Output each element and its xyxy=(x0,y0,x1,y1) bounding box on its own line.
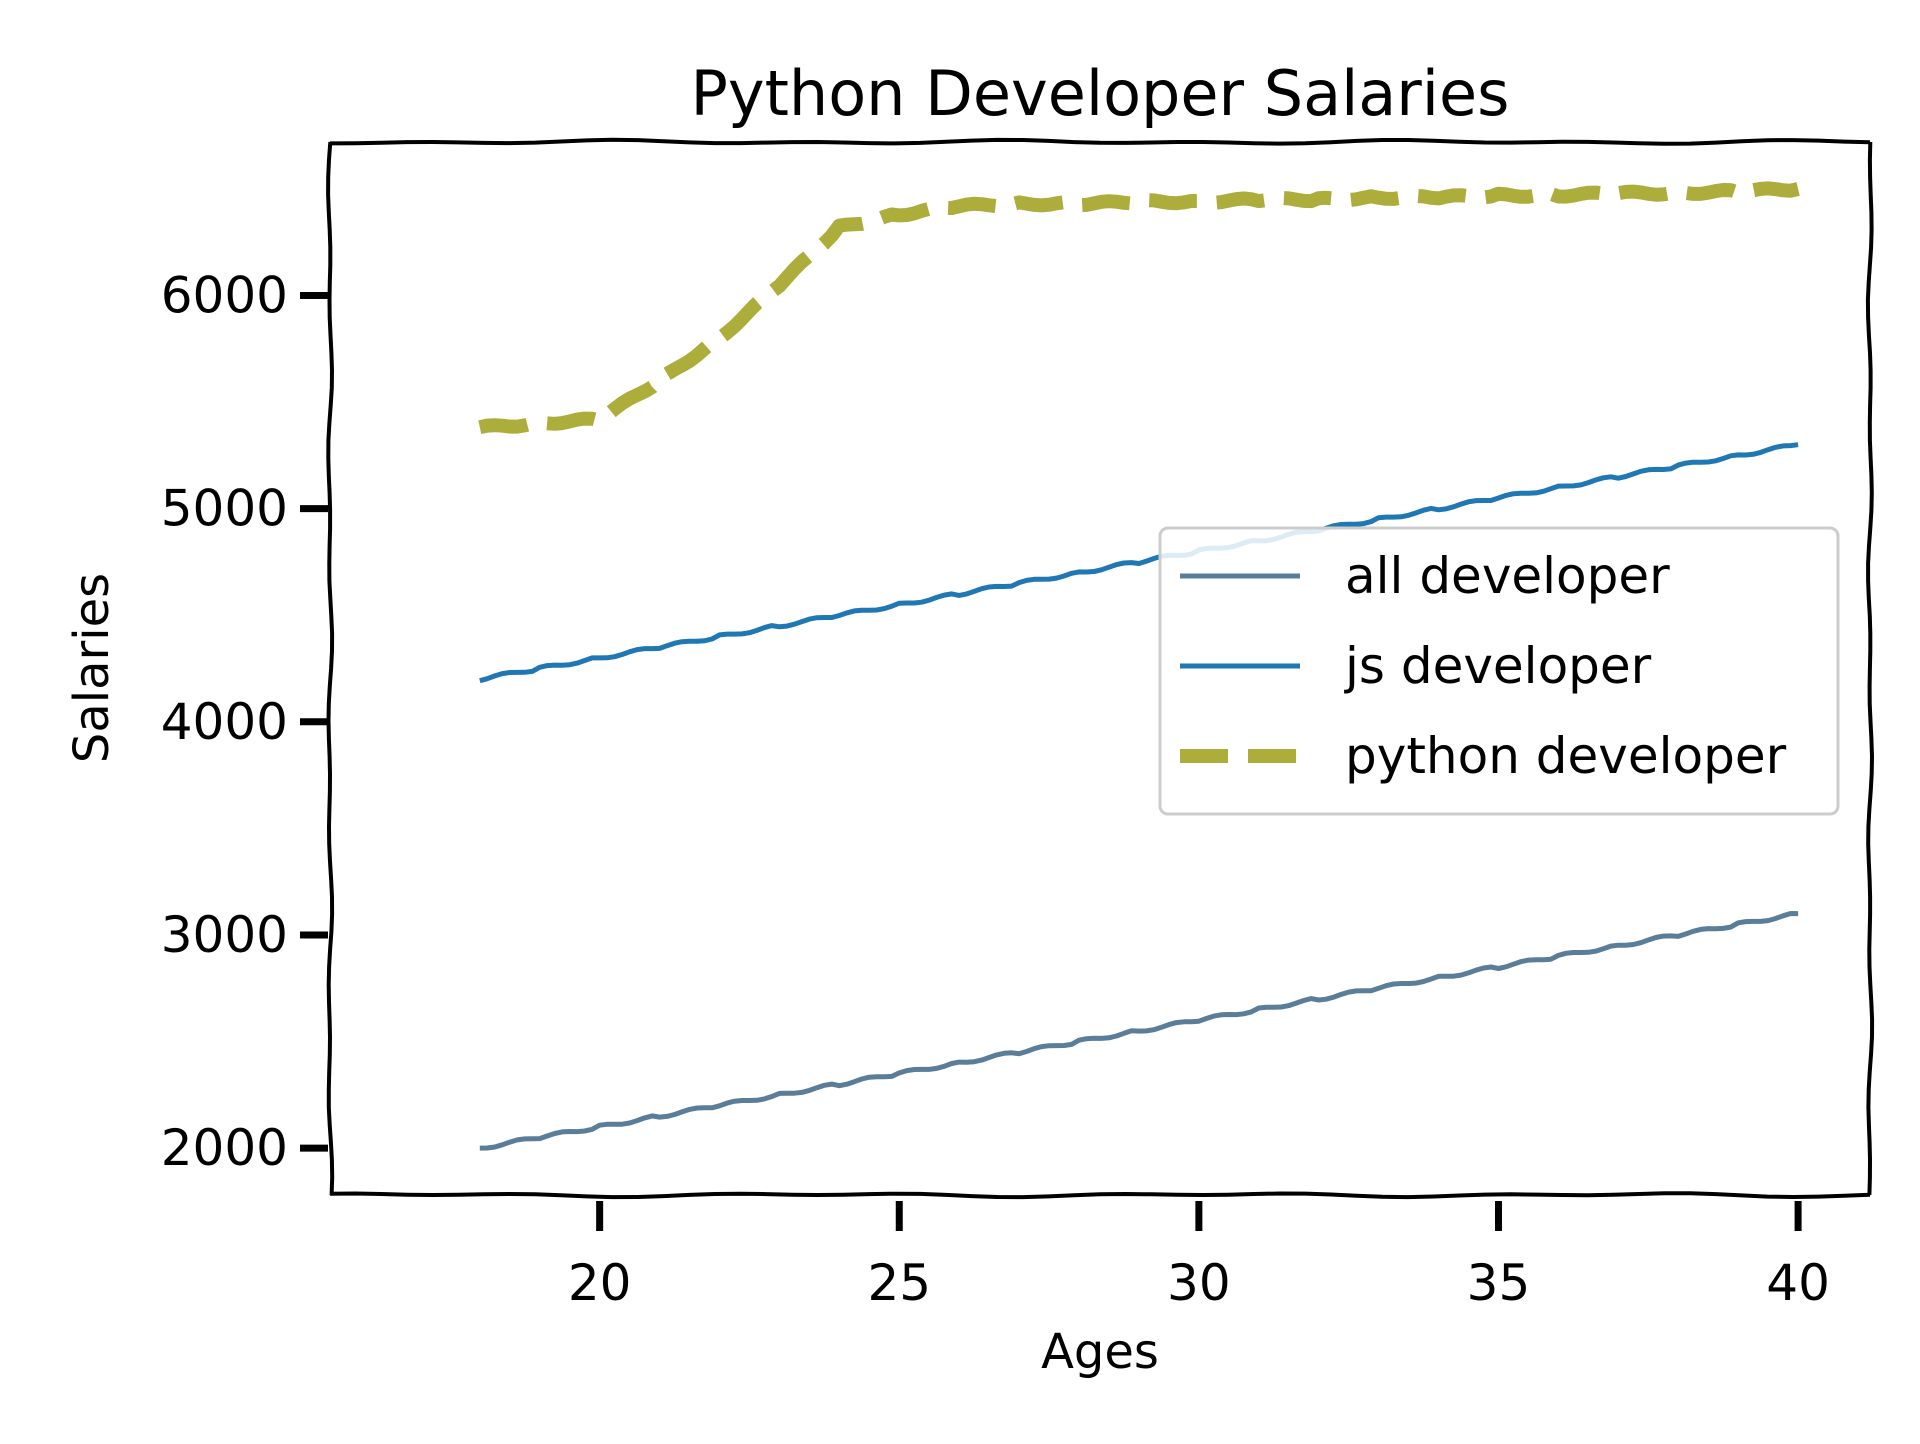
legend-label-all-developer: all developer xyxy=(1345,547,1670,605)
x-tick-label-35: 35 xyxy=(1467,1254,1531,1312)
y-tick-label-4000: 4000 xyxy=(161,693,288,751)
line-chart: 2000 3000 4000 5000 6000 20 25 30 35 40 Python De… xyxy=(64,57,1875,1380)
series-line-all-developer xyxy=(479,911,1799,1151)
y-tick-label-2000: 2000 xyxy=(161,1119,288,1177)
y-tick-label-6000: 6000 xyxy=(161,266,288,324)
chart-container: 2000 3000 4000 5000 6000 20 25 30 35 40 Python De… xyxy=(0,0,1920,1440)
legend-label-python-developer: python developer xyxy=(1345,727,1787,785)
x-axis-label: Ages xyxy=(1041,1324,1159,1380)
x-tick-label-20: 20 xyxy=(568,1254,632,1312)
y-tick-label-3000: 3000 xyxy=(161,906,288,964)
y-tick-label-5000: 5000 xyxy=(161,480,288,538)
y-axis-label: Salaries xyxy=(64,573,120,763)
series-line-python-developer xyxy=(478,181,1800,435)
x-tick-label-25: 25 xyxy=(867,1254,931,1312)
legend: all developer js developer python develope… xyxy=(1158,526,1840,816)
x-tick-label-30: 30 xyxy=(1167,1254,1231,1312)
chart-title: Python Developer Salaries xyxy=(691,57,1510,130)
legend-label-js-developer: js developer xyxy=(1344,637,1652,695)
x-tick-label-40: 40 xyxy=(1766,1254,1830,1312)
